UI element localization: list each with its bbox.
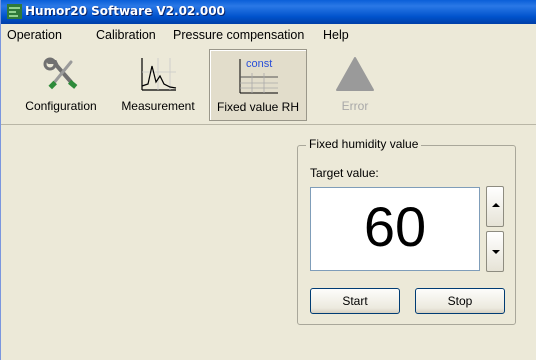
- measurement-label: Measurement: [121, 99, 195, 113]
- fixed-value-grid-icon: const: [239, 58, 278, 94]
- target-value-label: Target value:: [310, 166, 379, 180]
- configuration-button[interactable]: Configuration: [13, 49, 109, 119]
- start-button[interactable]: Start: [310, 288, 400, 314]
- menu-bar: Operation Calibration Pressure compensat…: [1, 24, 536, 46]
- menu-operation[interactable]: Operation: [7, 28, 62, 42]
- fixed-value-rh-label: Fixed value RH: [216, 100, 300, 114]
- window-title: Humor20 Software V2.02.000: [25, 4, 225, 18]
- group-title: Fixed humidity value: [306, 137, 422, 151]
- error-warning-icon: [336, 57, 374, 91]
- stop-button[interactable]: Stop: [415, 288, 505, 314]
- title-bar[interactable]: Humor20 Software V2.02.000: [1, 0, 536, 24]
- fixed-value-rh-button[interactable]: const Fixed value RH: [209, 49, 307, 121]
- arrow-up-icon: [492, 203, 500, 207]
- menu-calibration[interactable]: Calibration: [96, 28, 156, 42]
- configuration-label: Configuration: [25, 99, 97, 113]
- spin-down-button[interactable]: [486, 231, 504, 272]
- target-value: 60: [363, 195, 427, 258]
- app-icon: [7, 4, 22, 19]
- spin-up-button[interactable]: [486, 186, 504, 227]
- toolbar: Configuration Measurement const Fixed va…: [1, 46, 536, 125]
- content-area: Fixed humidity value Target value: 60 St…: [1, 125, 536, 360]
- menu-help[interactable]: Help: [323, 28, 349, 42]
- app-window: Humor20 Software V2.02.000 Operation Cal…: [0, 0, 536, 360]
- wrench-screwdriver-icon: [43, 57, 78, 90]
- measurement-graph-icon: [141, 58, 177, 91]
- arrow-down-icon: [492, 250, 500, 254]
- fixed-humidity-group: Fixed humidity value Target value: 60 St…: [297, 137, 516, 325]
- error-label: Error: [341, 99, 369, 113]
- target-value-display[interactable]: 60: [310, 187, 480, 271]
- measurement-button[interactable]: Measurement: [113, 49, 203, 119]
- error-button[interactable]: Error: [315, 49, 395, 119]
- const-icon-text: const: [246, 58, 272, 70]
- menu-pressure-compensation[interactable]: Pressure compensation: [173, 28, 304, 42]
